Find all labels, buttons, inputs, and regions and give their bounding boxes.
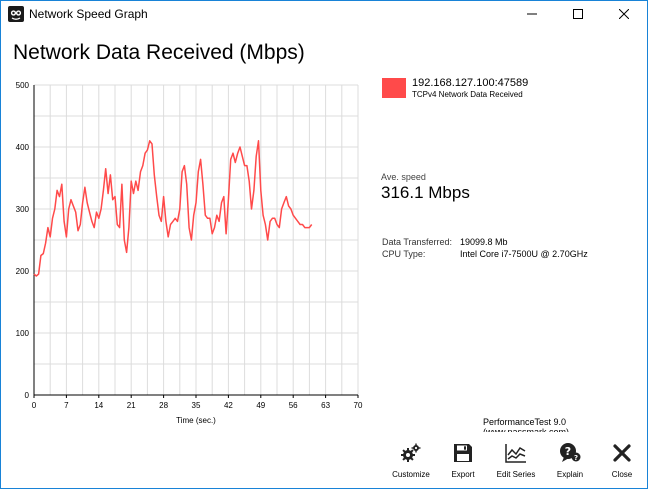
floppy-disk-icon xyxy=(452,442,474,464)
x-icon xyxy=(611,442,633,464)
gears-icon xyxy=(400,442,422,464)
legend-series-description: TCPv4 Network Data Received xyxy=(412,90,523,99)
svg-text:?: ? xyxy=(574,454,578,462)
x-tick-label: 56 xyxy=(289,401,298,410)
maximize-icon xyxy=(573,9,583,19)
maximize-button[interactable] xyxy=(555,1,601,27)
minimize-button[interactable] xyxy=(509,1,555,27)
x-axis-label: Time (sec.) xyxy=(176,416,216,425)
y-tick-label: 400 xyxy=(16,143,30,152)
graph-heading: Network Data Received (Mbps) xyxy=(13,41,305,64)
data-transferred-label: Data Transferred: xyxy=(382,237,453,247)
x-tick-label: 0 xyxy=(32,401,37,410)
x-tick-label: 49 xyxy=(256,401,265,410)
average-speed-value: 316.1 Mbps xyxy=(381,183,470,202)
svg-text:?: ? xyxy=(565,445,571,458)
bottom-toolbar: Customize Export Edit Series ? ? Explain… xyxy=(1,432,647,488)
x-tick-label: 42 xyxy=(224,401,233,410)
main-window: Network Speed Graph Network Data Receive… xyxy=(0,0,648,489)
y-tick-label: 0 xyxy=(25,391,30,400)
y-tick-label: 300 xyxy=(16,205,30,214)
edit-series-label: Edit Series xyxy=(496,470,536,479)
x-tick-label: 21 xyxy=(127,401,136,410)
x-tick-label: 63 xyxy=(321,401,330,410)
x-tick-label: 70 xyxy=(354,401,363,410)
close-icon xyxy=(619,9,629,19)
export-label: Export xyxy=(451,470,475,479)
cpu-type-value: Intel Core i7-7500U @ 2.70GHz xyxy=(460,249,588,259)
close-button[interactable]: Close xyxy=(594,432,647,488)
close-label: Close xyxy=(611,470,633,479)
legend-series-name: 192.168.127.100:47589 xyxy=(412,77,529,89)
title-bar[interactable]: Network Speed Graph xyxy=(1,1,647,27)
data-transferred-value: 19099.8 Mb xyxy=(460,237,508,247)
explain-button[interactable]: ? ? Explain xyxy=(542,432,598,488)
x-tick-label: 28 xyxy=(159,401,168,410)
y-tick-label: 200 xyxy=(16,267,30,276)
speed-chart-svg: 0 100 200 300 400 500 0 7 14 21 28 35 42 49 56 63 70 Time… xyxy=(16,81,363,425)
explain-label: Explain xyxy=(556,470,584,479)
question-bubble-icon: ? ? xyxy=(559,442,581,464)
x-tick-label: 35 xyxy=(192,401,201,410)
app-icon xyxy=(8,6,24,22)
window-close-button[interactable] xyxy=(601,1,647,27)
customize-label: Customize xyxy=(392,470,430,479)
average-speed-label: Ave. speed xyxy=(381,172,426,182)
y-tick-label: 100 xyxy=(16,329,30,338)
line-chart-icon xyxy=(505,442,527,464)
x-tick-label: 14 xyxy=(94,401,103,410)
minimize-icon xyxy=(527,13,537,15)
x-tick-label: 7 xyxy=(64,401,69,410)
customize-button[interactable]: Customize xyxy=(383,432,439,488)
export-button[interactable]: Export xyxy=(435,432,491,488)
window-title: Network Speed Graph xyxy=(29,7,148,21)
edit-series-button[interactable]: Edit Series xyxy=(488,432,544,488)
cpu-type-label: CPU Type: xyxy=(382,249,426,259)
y-tick-label: 500 xyxy=(16,81,30,90)
speed-chart: 0 100 200 300 400 500 0 7 14 21 28 35 42 49 56 63 70 Time… xyxy=(1,73,373,431)
legend-color-swatch[interactable] xyxy=(382,78,406,98)
